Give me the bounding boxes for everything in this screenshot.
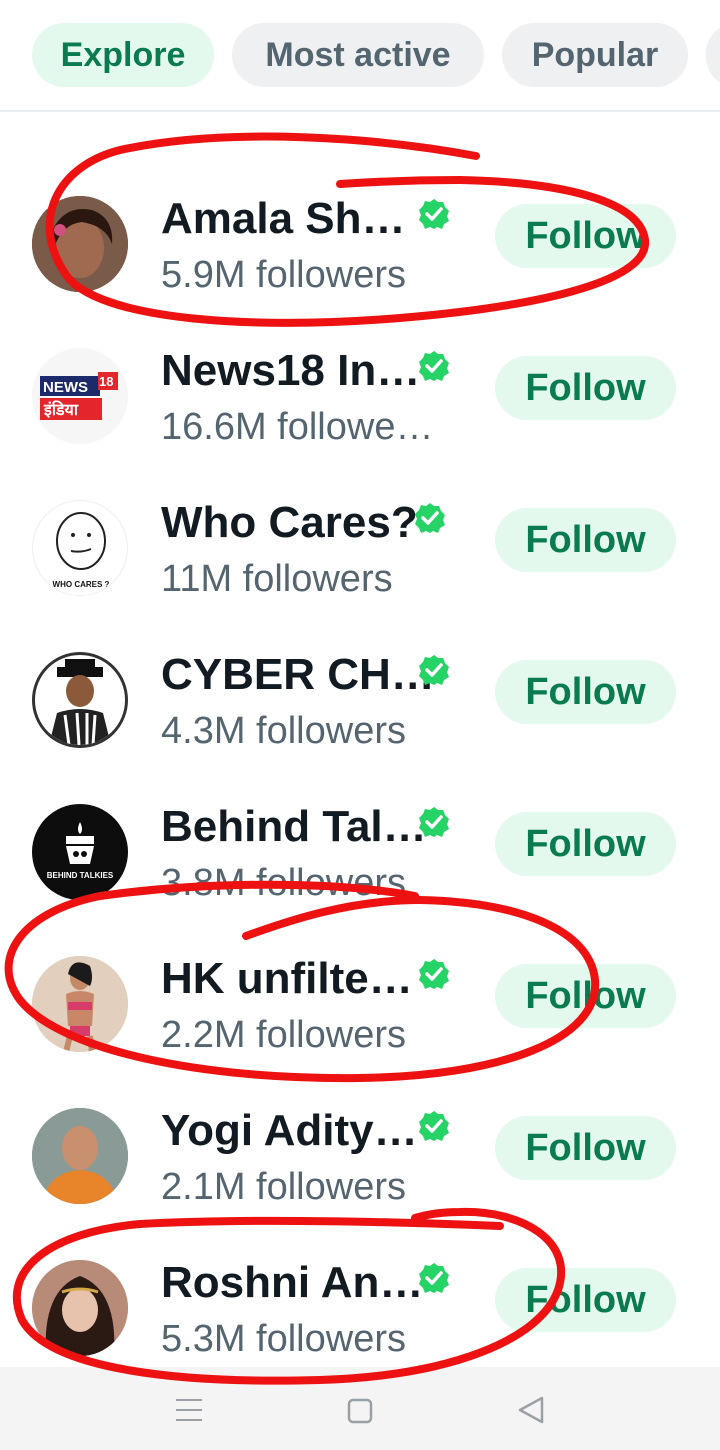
follow-button[interactable]: Follow — [495, 660, 676, 724]
follower-count: 2.2M followers — [161, 1014, 406, 1056]
follow-button[interactable]: Follow — [495, 1116, 676, 1180]
follower-count: 16.6M followe… — [161, 406, 434, 448]
verified-badge-icon — [418, 654, 450, 686]
follower-count: 5.9M followers — [161, 254, 406, 296]
follow-button[interactable]: Follow — [495, 812, 676, 876]
follow-button[interactable]: Follow — [495, 356, 676, 420]
avatar — [32, 196, 128, 292]
avatar — [32, 1260, 128, 1356]
news18-logo-icon: NEWS 18 इंडिया — [32, 348, 128, 444]
nav-bar-icons — [176, 1396, 544, 1424]
channel-name: News18 In… — [161, 346, 421, 395]
list-item[interactable]: NEWS 18 इंडिया News18 In… 16.6M followe…… — [0, 320, 720, 472]
svg-text:BEHIND TALKIES: BEHIND TALKIES — [47, 871, 114, 880]
list-item[interactable]: CYBER CH… 4.3M followers Follow — [0, 624, 720, 776]
menu-icon[interactable] — [176, 1399, 202, 1421]
tab-next[interactable] — [706, 23, 720, 87]
tab-popular[interactable]: Popular — [502, 23, 688, 87]
channel-name: Behind Tal… — [161, 802, 427, 851]
follower-count: 5.3M followers — [161, 1318, 406, 1360]
follow-button[interactable]: Follow — [495, 508, 676, 572]
avatar — [32, 652, 128, 748]
list-item[interactable]: Yogi Adity… 2.1M followers Follow — [0, 1080, 720, 1232]
channel-name: Yogi Adity… — [161, 1106, 418, 1155]
follower-count: 3.8M followers — [161, 862, 406, 904]
list-item[interactable]: Roshni An… 5.3M followers Follow — [0, 1232, 720, 1367]
avatar — [32, 956, 128, 1052]
svg-text:NEWS: NEWS — [43, 379, 88, 396]
channel-name: HK unfilte… — [161, 954, 413, 1003]
channel-name: Roshni An… — [161, 1258, 424, 1307]
verified-badge-icon — [418, 1110, 450, 1142]
svg-text:18: 18 — [99, 374, 113, 389]
follow-button[interactable]: Follow — [495, 1268, 676, 1332]
meme-face-icon: WHO CARES ? — [32, 500, 128, 596]
follower-count: 2.1M followers — [161, 1166, 406, 1208]
back-icon[interactable] — [518, 1396, 544, 1424]
follow-button[interactable]: Follow — [495, 964, 676, 1028]
avatar — [32, 1108, 128, 1204]
list-item[interactable]: HK unfilte… 2.2M followers Follow — [0, 928, 720, 1080]
verified-badge-icon — [418, 198, 450, 230]
svg-text:WHO CARES ?: WHO CARES ? — [53, 580, 110, 589]
home-icon[interactable] — [347, 1398, 373, 1424]
verified-badge-icon — [414, 502, 446, 534]
tab-most-active[interactable]: Most active — [232, 23, 484, 87]
list-item[interactable]: Amala Sh… 5.9M followers Follow — [0, 168, 720, 320]
svg-text:इंडिया: इंडिया — [43, 400, 79, 419]
verified-badge-icon — [418, 806, 450, 838]
behind-talkies-logo-icon: BEHIND TALKIES — [32, 804, 128, 900]
channel-name: Amala Sh… — [161, 194, 406, 243]
verified-badge-icon — [418, 958, 450, 990]
list-item[interactable]: WHO CARES ? Who Cares? 11M followers Fol… — [0, 472, 720, 624]
list-item[interactable]: BEHIND TALKIES Behind Tal… 3.8M follower… — [0, 776, 720, 928]
follow-button[interactable]: Follow — [495, 204, 676, 268]
follower-count: 4.3M followers — [161, 710, 406, 752]
verified-badge-icon — [418, 1262, 450, 1294]
channel-list: 9.8M followers Follow Amala Sh… 5.9M fol… — [0, 92, 720, 1367]
channel-name: Who Cares? — [161, 498, 418, 547]
follower-count: 11M followers — [161, 558, 393, 600]
system-nav-bar — [0, 1367, 720, 1450]
tab-explore[interactable]: Explore — [32, 23, 214, 87]
verified-badge-icon — [418, 350, 450, 382]
filter-chip-bar: Explore Most active Popular — [0, 0, 720, 112]
channel-name: CYBER CH… — [161, 650, 435, 699]
